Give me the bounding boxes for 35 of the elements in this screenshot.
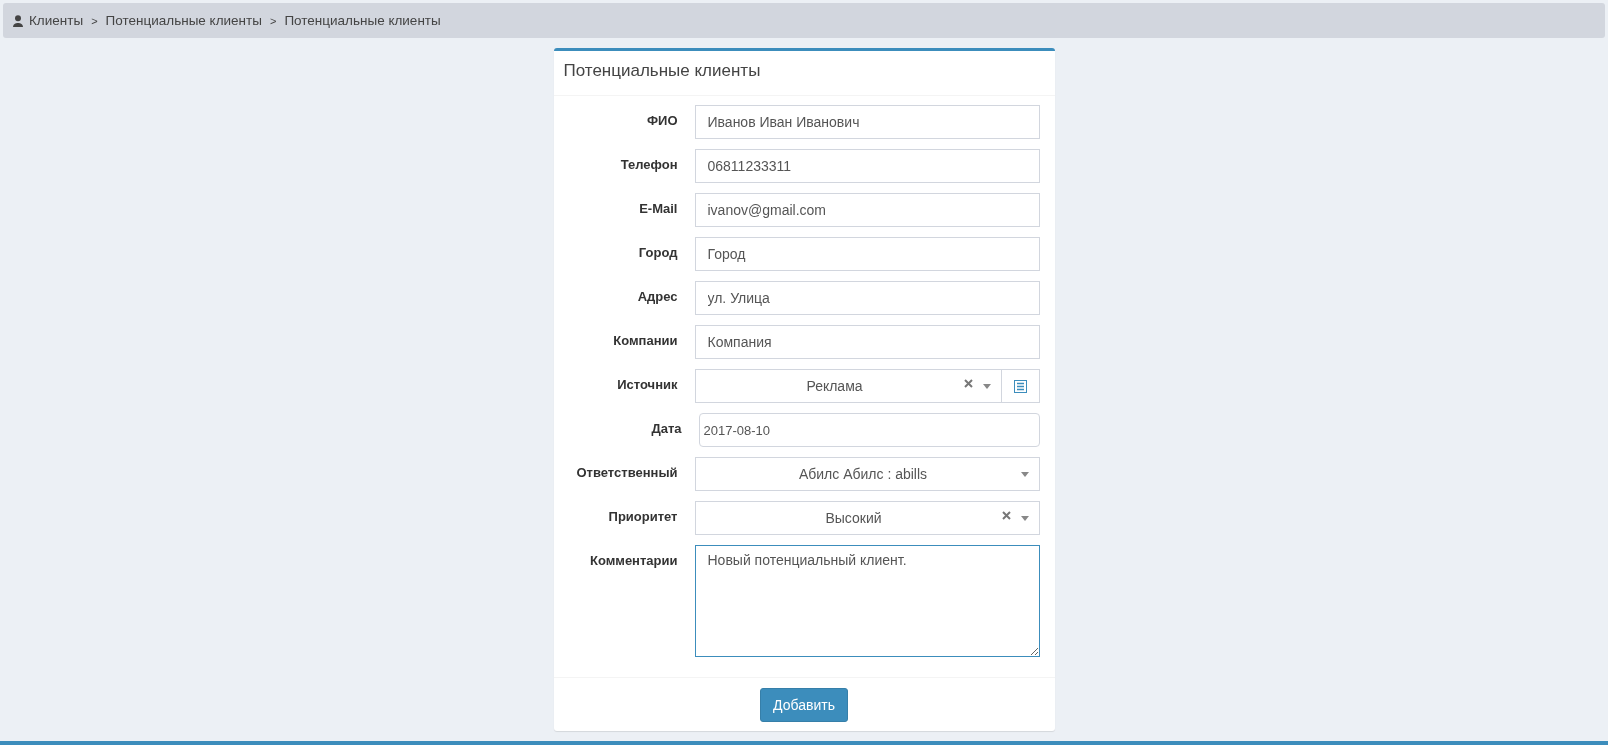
date-field[interactable]: 2017-08-10 (698, 413, 1040, 447)
list-icon (1013, 379, 1027, 393)
breadcrumb-link[interactable]: Потенциальные клиенты (284, 13, 441, 28)
field-label: Ответственный (575, 464, 678, 480)
field-label: Комментарии (588, 552, 678, 568)
field-label: Город (637, 244, 678, 260)
list-button[interactable] (1001, 369, 1040, 403)
dropdown-arrow-icon (1020, 515, 1029, 521)
field-label: Компании (612, 332, 678, 348)
breadcrumb-link[interactable]: Клиенты (29, 13, 84, 28)
field-label: Дата (650, 420, 682, 436)
text-field[interactable]: ул. Улица (694, 281, 1040, 315)
card-title: Потенциальные клиенты (563, 61, 761, 80)
field-label: E-Mail (638, 200, 678, 216)
field-label: Телефон (619, 156, 678, 172)
text-field[interactable]: ivanov@gmail.com (694, 193, 1040, 227)
breadcrumb-separator: > (91, 14, 98, 27)
user-icon (13, 14, 23, 27)
breadcrumb-link[interactable]: Потенциальные клиенты (105, 13, 262, 28)
text-field[interactable]: Иванов Иван Иванович (694, 105, 1040, 139)
select-field[interactable]: Высокий (694, 501, 1040, 535)
comment-field[interactable]: Новый потенциальный клиент. (694, 545, 1040, 657)
select-field[interactable]: Абилс Абилс : abills (694, 457, 1040, 491)
field-label: Приоритет (607, 508, 678, 524)
field-label: ФИО (645, 112, 678, 128)
dropdown-arrow-icon (1020, 471, 1029, 477)
text-field[interactable]: Город (694, 237, 1040, 271)
dropdown-arrow-icon (982, 383, 991, 389)
field-label: Источник (616, 376, 678, 392)
text-field[interactable]: Компания (694, 325, 1040, 359)
select-field[interactable]: Реклама (694, 369, 1002, 403)
breadcrumb-separator: > (269, 14, 277, 27)
add-button[interactable]: Добавить (760, 688, 848, 722)
field-label: Адрес (636, 288, 678, 304)
text-field[interactable]: 06811233311 (694, 149, 1040, 183)
